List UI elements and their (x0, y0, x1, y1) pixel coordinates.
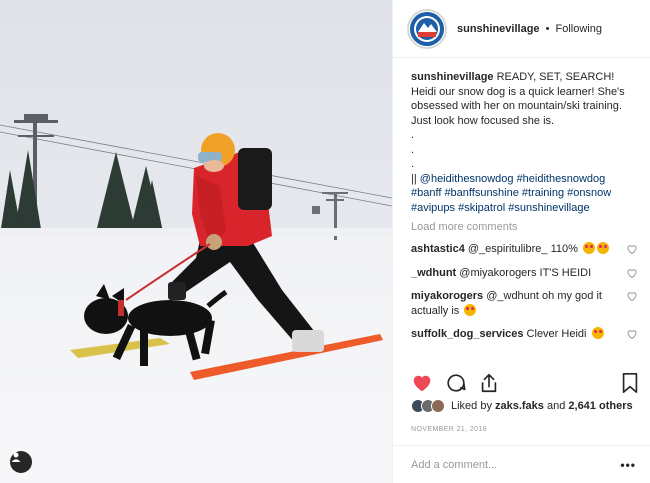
caption-tag-prefix: || (411, 172, 420, 185)
caption-tags-1[interactable]: @heidithesnowdog #heidithesnowdog (420, 173, 605, 185)
likes-middle: and (543, 400, 569, 412)
caption-line-4: . (411, 129, 415, 141)
comment-text: Clever Heidi (523, 328, 587, 340)
caption-line-2: obsessed with her on mountain/ski traini… (411, 100, 622, 112)
comment-like-icon[interactable] (626, 267, 638, 279)
post-sidebar: sunshinevillage • Following sunshinevill… (392, 0, 650, 483)
comments-section: sunshinevillage READY, SET, SEARCH! Heid… (393, 58, 650, 361)
comment-item: suffolk_dog_services Clever Heidi (411, 327, 638, 342)
caption-tags-3[interactable]: #avipups #skipatrol #sunshinevillage (411, 201, 638, 216)
post-photo[interactable] (0, 0, 392, 483)
header-username[interactable]: sunshinevillage (457, 23, 540, 35)
caption-tags-2[interactable]: #banff #banffsunshine #training #onsnow (411, 186, 638, 201)
caption-line-6: . (411, 158, 415, 170)
comment-text: @miyakorogers IT'S HEIDI (456, 266, 592, 279)
action-bar (411, 370, 639, 396)
caption-line-0: READY, SET, SEARCH! (493, 71, 615, 83)
comment-text: @_espiritulibre_ 110% (464, 243, 578, 255)
caption-line-5: . (411, 143, 415, 156)
heart-eyes-emoji-icon (596, 242, 609, 254)
heart-filled-icon (413, 375, 431, 392)
comment-like-icon[interactable] (626, 328, 638, 340)
logo-icon (410, 11, 444, 46)
heart-eyes-emoji-icon (591, 327, 604, 339)
follow-status-button[interactable]: Following (556, 23, 602, 35)
like-button[interactable] (411, 372, 433, 394)
comment-username[interactable]: _wdhunt (411, 267, 456, 279)
caption: sunshinevillage READY, SET, SEARCH! Heid… (411, 70, 638, 215)
add-comment-bar: ••• (393, 445, 650, 483)
comment-item: ashtastic4 @_espiritulibre_ 110% (411, 242, 638, 257)
post-header: sunshinevillage • Following (393, 0, 650, 58)
load-more-comments[interactable]: Load more comments (411, 221, 638, 233)
comment-username[interactable]: suffolk_dog_services (411, 328, 524, 340)
comment-like-icon[interactable] (626, 243, 638, 255)
share-icon (481, 373, 497, 393)
comment-item: miyakorogers @_wdhunt oh my god it actua… (411, 289, 638, 318)
caption-line-1: Heidi our snow dog is a quick learner! S… (411, 85, 625, 98)
bookmark-icon (622, 373, 638, 393)
share-button[interactable] (479, 372, 499, 394)
caption-username[interactable]: sunshinevillage (411, 71, 494, 83)
likes-count[interactable]: 2,641 others (568, 400, 632, 412)
instagram-post: sunshinevillage • Following sunshinevill… (0, 0, 650, 483)
post-date[interactable]: NOVEMBER 21, 2018 (411, 426, 487, 433)
header-separator: • (545, 22, 550, 35)
heart-eyes-emoji-icon (464, 303, 477, 316)
comment-username[interactable]: miyakorogers (411, 290, 483, 302)
likes-prefix: Liked by (451, 400, 492, 412)
tagged-user-button[interactable] (10, 451, 32, 473)
user-icon (11, 452, 21, 462)
ski-patrol-photo (0, 0, 392, 483)
comment-like-icon[interactable] (626, 290, 638, 302)
heart-eyes-emoji-icon (582, 242, 595, 254)
save-button[interactable] (621, 372, 639, 394)
header-text: sunshinevillage • Following (457, 23, 602, 35)
more-options-button[interactable]: ••• (620, 458, 636, 472)
caption-line-3: Just look how focused she is. (411, 114, 555, 127)
liker-avatars[interactable] (411, 399, 445, 413)
liker-avatar (431, 399, 445, 413)
avatar[interactable] (407, 8, 447, 49)
sunshine-village-logo (410, 11, 444, 46)
likes-summary: Liked by zaks.faks and 2,641 others (411, 399, 633, 413)
comment-input[interactable] (411, 458, 621, 471)
comment-item: _wdhunt @miyakorogers IT'S HEIDI (411, 266, 638, 281)
comment-username[interactable]: ashtastic4 (411, 243, 465, 255)
likes-user[interactable]: zaks.faks (495, 400, 544, 412)
comment-icon (447, 374, 466, 392)
comment-button[interactable] (445, 372, 467, 394)
